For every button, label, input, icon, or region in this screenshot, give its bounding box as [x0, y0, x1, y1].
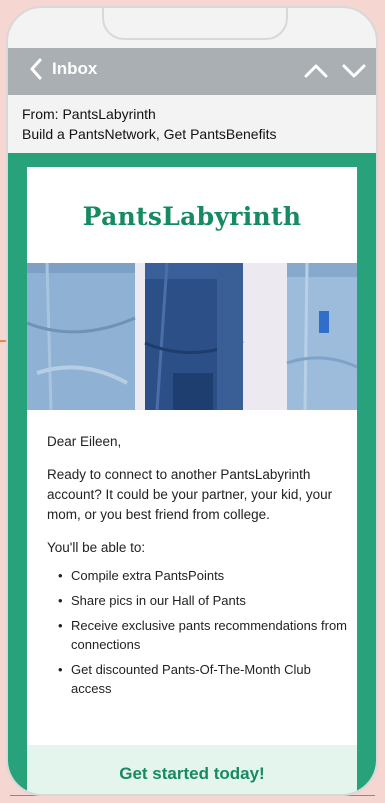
chevron-down-icon[interactable] — [342, 60, 366, 82]
jeans-image — [27, 263, 357, 410]
sender-line: From: PantsLabyrinth — [22, 106, 156, 122]
message-nav — [304, 60, 366, 82]
phone-notch — [102, 8, 288, 40]
list-item: Receive exclusive pants recommendations … — [47, 616, 347, 654]
back-label: Inbox — [52, 59, 98, 78]
intro-paragraph: Ready to connect to another PantsLabyrin… — [47, 467, 333, 522]
list-item: Share pics in our Hall of Pants — [47, 591, 347, 610]
back-to-inbox-button[interactable]: Inbox — [28, 58, 97, 80]
email-content: Dear Eileen, Ready to connect to another… — [47, 432, 347, 704]
list-item: Compile extra PantsPoints — [47, 566, 347, 585]
cta-banner: Get started today! — [27, 745, 357, 794]
message-header: From: PantsLabyrinth Build a PantsNetwor… — [8, 95, 376, 155]
phone-frame: Inbox From: PantsLabyrinth Build a Pants… — [6, 6, 378, 796]
greeting: Dear Eileen, — [47, 434, 122, 449]
get-started-button[interactable]: Get started today! — [27, 764, 357, 784]
email-frame: PantsLabyrinth Dear Eileen, Ready to con… — [8, 153, 376, 794]
subject-line: Build a PantsNetwork, Get PantsBenefits — [22, 126, 277, 142]
email-body: PantsLabyrinth Dear Eileen, Ready to con… — [27, 167, 357, 794]
list-item: Get discounted Pants-Of-The-Month Club a… — [47, 660, 347, 698]
chevron-left-icon — [30, 58, 42, 80]
hero-image — [27, 263, 357, 410]
brand-logo: PantsLabyrinth — [82, 202, 302, 231]
benefits-list: Compile extra PantsPoints Share pics in … — [47, 566, 347, 698]
list-intro: You'll be able to: — [47, 540, 146, 555]
chevron-up-icon[interactable] — [304, 60, 328, 82]
mail-navbar: Inbox — [8, 48, 376, 95]
